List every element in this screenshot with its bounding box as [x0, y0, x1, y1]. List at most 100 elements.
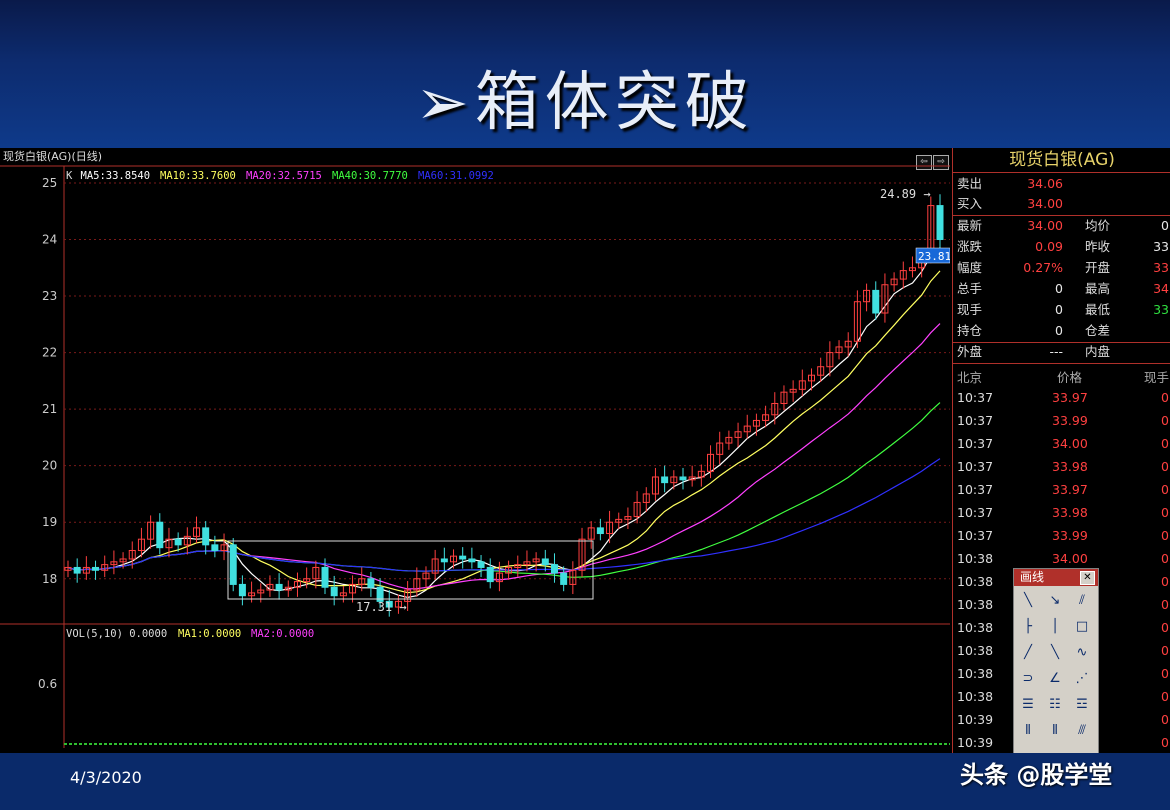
quote-label: 最低	[1085, 302, 1111, 317]
ma-legend-item: MA10:33.7600	[160, 170, 236, 182]
candle	[92, 560, 100, 580]
candle	[110, 550, 118, 575]
candle	[716, 431, 724, 464]
candle	[789, 380, 797, 402]
line-tool-icon[interactable]: ╲	[1015, 588, 1041, 613]
low-price-label: 17.31 →	[356, 600, 407, 614]
period-line-icon[interactable]: ⦀	[1015, 718, 1041, 743]
candle	[349, 575, 357, 603]
ray-icon[interactable]: ╱	[1015, 640, 1041, 665]
parallel-line-icon[interactable]: ⫽	[1069, 588, 1095, 613]
candle	[229, 538, 237, 592]
ma-legend-item: MA60:31.0992	[418, 170, 494, 182]
quote-row: 涨跌 0.09 昨收 33	[957, 237, 1170, 257]
percent-line-icon[interactable]: ☲	[1069, 692, 1095, 717]
candle	[486, 558, 494, 589]
arrow-line-icon[interactable]: ↘	[1042, 588, 1068, 613]
y-tick-label: 21	[42, 402, 57, 416]
tick-qty: 0	[1161, 574, 1169, 589]
rectangle-icon[interactable]: □	[1069, 614, 1095, 639]
y-tick-label: 19	[42, 515, 57, 529]
y-tick-label: 18	[42, 572, 57, 586]
horizontal-line-icon[interactable]: ├	[1015, 614, 1041, 639]
tick-time: 10:38	[957, 597, 994, 612]
drawing-tools-panel[interactable]: 画线 ✕ ╲ ↘ ⫽ ├ │ □ ╱ ╲ ∿ ⊃ ∠ ⋰ ☰ ☷ ☲ ⦀ ⦀ ⫻	[1013, 568, 1099, 753]
candle	[147, 515, 155, 549]
tick-qty: 0	[1161, 505, 1169, 520]
quote-label: 开盘	[1085, 260, 1111, 275]
volume-legend: VOL(5,10) 0.0000 MA1:0.0000 MA2:0.0000	[66, 628, 314, 640]
tick-time: 10:38	[957, 620, 994, 635]
tick-row: 10:37 33.98 0	[957, 501, 1170, 524]
candle	[495, 561, 503, 592]
tick-time: 10:38	[957, 574, 994, 589]
quote-label: 最新	[957, 218, 983, 233]
tick-time: 10:37	[957, 459, 994, 474]
fan-icon[interactable]: ⋰	[1069, 666, 1095, 691]
quote-label: 最高	[1085, 281, 1111, 296]
vertical-line-icon[interactable]: │	[1042, 614, 1068, 639]
quote-label: 均价	[1085, 218, 1111, 233]
close-icon[interactable]: ✕	[1080, 571, 1095, 585]
tick-row: 10:38 34.00 0	[957, 547, 1170, 570]
tick-price: 33.98	[1052, 505, 1088, 520]
candle	[771, 392, 779, 425]
fibonacci-icon[interactable]: ☰	[1015, 692, 1041, 717]
candle	[606, 510, 614, 544]
tick-price: 34.00	[1052, 436, 1088, 451]
tick-qty: 0	[1161, 689, 1169, 704]
candle	[541, 549, 549, 572]
fib-period-icon[interactable]: ⦀	[1042, 718, 1068, 743]
slide-date: 4/3/2020	[70, 768, 142, 787]
candle	[431, 549, 439, 580]
high-price-label: 24.89 →	[880, 187, 931, 201]
candle	[64, 560, 72, 578]
tick-qty: 0	[1161, 482, 1169, 497]
candlestick-chart[interactable]: 25 24 23 22 21 20 19 18 K MA5:33.8540 MA10:33.760…	[0, 148, 950, 753]
tick-price: 34.00	[1052, 551, 1088, 566]
tick-time: 10:37	[957, 528, 994, 543]
candle	[211, 535, 219, 558]
candle	[725, 430, 733, 450]
candle	[734, 422, 742, 448]
y-tick-label: 22	[42, 346, 57, 360]
ma-line-ma20	[67, 323, 941, 590]
quote-label: 昨收	[1085, 239, 1111, 254]
volume-legend-item: VOL(5,10) 0.0000	[66, 628, 167, 640]
gann-icon[interactable]: ☷	[1042, 692, 1068, 717]
wave-icon[interactable]: ∿	[1069, 640, 1095, 665]
quote-label: 现手	[957, 302, 983, 317]
volume-legend-item: MA2:0.0000	[251, 628, 314, 640]
tick-qty: 0	[1161, 643, 1169, 658]
quote-row: 现手 0 最低 33	[957, 300, 1170, 320]
quote-value: 33	[1153, 260, 1169, 275]
candle	[908, 256, 916, 278]
candle	[881, 273, 889, 323]
volume-axis-tick: 0.6	[38, 677, 57, 691]
quote-value: 33	[1153, 239, 1169, 254]
tick-qty: 0	[1161, 551, 1169, 566]
y-tick-label: 24	[42, 233, 57, 247]
quote-row: 外盘 --- 内盘	[957, 342, 1170, 362]
tick-qty: 0	[1161, 528, 1169, 543]
tick-row: 10:37 33.97 0	[957, 478, 1170, 501]
candle	[936, 194, 944, 250]
channel-icon[interactable]: ⫻	[1069, 718, 1095, 743]
slide-title: ➢箱体突破	[415, 66, 755, 140]
ma-legend: K MA5:33.8540 MA10:33.7600 MA20:32.5715 MA40…	[66, 170, 494, 182]
quote-label: 涨跌	[957, 239, 983, 254]
quote-label: 幅度	[957, 260, 983, 275]
tick-price: 33.99	[1052, 413, 1088, 428]
candle	[550, 553, 558, 583]
candle	[459, 547, 467, 569]
arc-icon[interactable]: ⊃	[1015, 666, 1041, 691]
quote-label: 卖出	[957, 176, 983, 191]
tick-row: 10:37 33.98 0	[957, 455, 1170, 478]
tick-qty: 0	[1161, 436, 1169, 451]
angle-icon[interactable]: ∠	[1042, 666, 1068, 691]
candle	[532, 552, 540, 572]
tick-time: 10:37	[957, 436, 994, 451]
candle	[899, 261, 907, 289]
segment-icon[interactable]: ╲	[1042, 640, 1068, 665]
candle	[780, 385, 788, 411]
